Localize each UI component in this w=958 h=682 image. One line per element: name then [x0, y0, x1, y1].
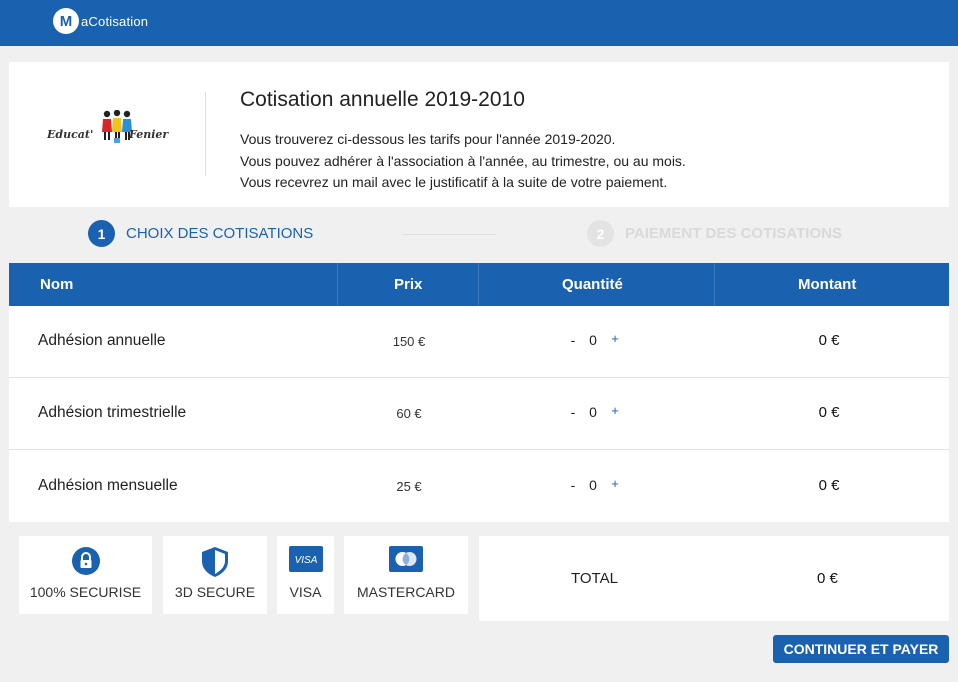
- cotisation-price: 150 €: [392, 334, 426, 349]
- organization-name-left: Educat': [47, 128, 94, 141]
- total-label: TOTAL: [571, 570, 618, 587]
- brand-name: aCotisation: [81, 13, 149, 29]
- brand[interactable]: M aCotisation: [53, 8, 148, 34]
- decrement-button[interactable]: -: [567, 404, 579, 420]
- mastercard-icon: [389, 546, 423, 572]
- quantity-value: 0: [589, 477, 597, 493]
- header-prix: Prix: [394, 276, 423, 293]
- vertical-divider: [205, 92, 206, 176]
- step-label: PAIEMENT DES COTISATIONS: [625, 225, 842, 242]
- badge-label: VISA: [289, 584, 322, 600]
- intro-line: Vous pouvez adhérer à l'association à l'…: [240, 152, 686, 169]
- badge-secure: 100% SECURISE: [19, 536, 152, 614]
- lock-icon: [71, 547, 100, 575]
- header-nom: Nom: [40, 276, 74, 293]
- cotisation-name: Adhésion annuelle: [38, 332, 166, 349]
- table-row: Adhésion trimestrielle 60 € - 0 + 0 €: [9, 378, 949, 450]
- badge-3d-secure: 3D SECURE: [163, 536, 267, 614]
- badge-label: MASTERCARD: [356, 584, 455, 600]
- step-paiement-cotisations: 2 PAIEMENT DES COTISATIONS: [587, 220, 842, 247]
- cotisation-name: Adhésion mensuelle: [38, 477, 178, 494]
- quantity-stepper: - 0 +: [567, 403, 627, 424]
- badge-visa: VISA VISA: [277, 536, 334, 614]
- badge-mastercard: MASTERCARD: [344, 536, 468, 614]
- header-montant: Montant: [798, 276, 857, 293]
- increment-button[interactable]: +: [608, 476, 622, 491]
- increment-button[interactable]: +: [608, 331, 622, 346]
- cotisations-table: Nom Prix Quantité Montant Adhésion annue…: [9, 263, 949, 522]
- badge-label: 100% SECURISE: [29, 584, 142, 600]
- intro-card: Educat' Fenier Cotisation annuelle 2019-…: [9, 62, 949, 207]
- step-choix-cotisations[interactable]: 1 CHOIX DES COTISATIONS: [88, 220, 313, 247]
- table-row: Adhésion mensuelle 25 € - 0 + 0 €: [9, 451, 949, 523]
- quantity-value: 0: [589, 332, 597, 348]
- cotisation-name: Adhésion trimestrielle: [38, 404, 187, 421]
- table-row: Adhésion annuelle 150 € - 0 + 0 €: [9, 306, 949, 378]
- quantity-value: 0: [589, 404, 597, 420]
- column-divider: [337, 263, 338, 306]
- svg-text:VISA: VISA: [294, 555, 317, 566]
- total-box: TOTAL 0 €: [479, 536, 949, 621]
- top-bar: M aCotisation: [0, 0, 958, 46]
- step-label: CHOIX DES COTISATIONS: [126, 225, 314, 242]
- quantity-stepper: - 0 +: [567, 476, 627, 497]
- total-amount: 0 €: [817, 570, 838, 587]
- brand-mark: M: [59, 12, 73, 30]
- column-divider: [714, 263, 715, 306]
- column-divider: [478, 263, 479, 306]
- intro-line: Vous recevrez un mail avec le justificat…: [240, 174, 668, 190]
- cotisation-price: 60 €: [396, 406, 422, 421]
- step-number: 2: [587, 220, 614, 247]
- decrement-button[interactable]: -: [567, 477, 579, 493]
- cotisation-amount: 0 €: [818, 477, 840, 494]
- organization-name-right: Fenier: [129, 128, 169, 141]
- step-connector: [403, 234, 496, 235]
- cotisation-amount: 0 €: [818, 332, 840, 349]
- continue-and-pay-button[interactable]: CONTINUER ET PAYER: [773, 635, 949, 663]
- header-quantite: Quantité: [562, 276, 623, 293]
- badge-label: 3D SECURE: [174, 584, 256, 600]
- step-number: 1: [88, 220, 115, 247]
- visa-card-icon: VISA: [288, 546, 323, 572]
- cotisation-price: 25 €: [396, 479, 422, 494]
- stepper: 1 CHOIX DES COTISATIONS 2 PAIEMENT DES C…: [0, 216, 958, 256]
- page-title: Cotisation annuelle 2019-2010: [240, 88, 525, 111]
- cotisation-amount: 0 €: [818, 404, 840, 421]
- macotisation-logo-icon: M: [53, 8, 79, 34]
- intro-description: Vous trouverez ci-dessous les tarifs pou…: [240, 129, 686, 194]
- organization-logo: Educat' Fenier: [47, 110, 177, 152]
- intro-line: Vous trouverez ci-dessous les tarifs pou…: [240, 131, 616, 147]
- quantity-stepper: - 0 +: [567, 331, 627, 352]
- table-header: Nom Prix Quantité Montant: [9, 263, 949, 306]
- increment-button[interactable]: +: [608, 403, 622, 418]
- shield-icon: [202, 547, 228, 577]
- decrement-button[interactable]: -: [567, 332, 579, 348]
